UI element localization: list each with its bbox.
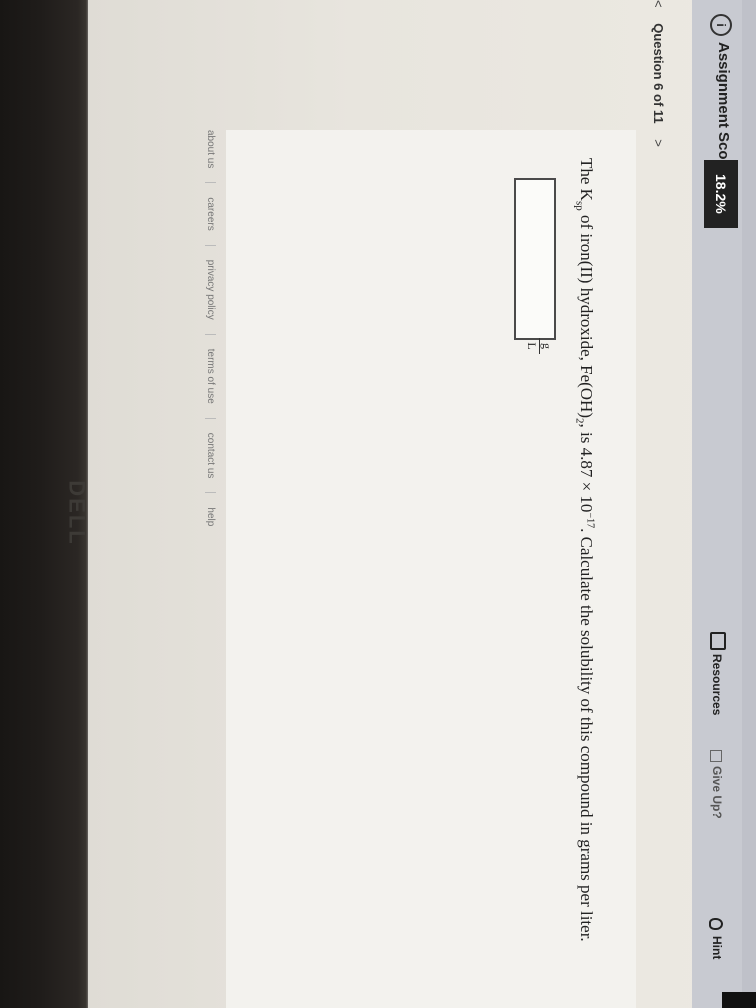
footer-link-help[interactable]: help — [205, 507, 216, 540]
previous-question-icon[interactable]: < — [651, 0, 666, 8]
score-badge: 18.2% — [704, 160, 738, 228]
edge-dark — [722, 992, 756, 1008]
resources-label: Resources — [710, 654, 724, 716]
footer-link-privacy[interactable]: privacy policy — [205, 259, 216, 335]
lightbulb-icon — [709, 918, 724, 930]
resources-button[interactable]: Resources — [700, 632, 746, 722]
monitor-logo: DELL — [64, 480, 90, 546]
question-compound: of iron(II) hydroxide, Fe(OH) — [577, 210, 596, 418]
give-up-label: Give Up? — [710, 766, 724, 819]
exponent: −17 — [584, 512, 596, 529]
score-label: Assignment Score: — [715, 42, 732, 179]
question-panel: The Ksp of iron(II) hydroxide, Fe(OH)2, … — [226, 130, 636, 1008]
footer-links: about us careers privacy policy terms of us… — [205, 130, 216, 554]
hint-button[interactable]: Hint — [709, 918, 724, 959]
question-suffix: . Calculate the solubility of this compo… — [577, 528, 596, 942]
question-value: , is 4.87 × 10 — [577, 423, 596, 513]
assignment-header: i Assignment Score: 18.2% Resources Give… — [692, 0, 756, 1008]
unit-label: g L — [525, 338, 554, 354]
give-up-button[interactable]: Give Up? — [710, 750, 724, 819]
resources-icon — [710, 632, 726, 650]
question-navigation: < Question 6 of 11 > — [651, 0, 666, 159]
footer-link-careers[interactable]: careers — [205, 197, 216, 246]
unit-denominator: L — [525, 342, 539, 350]
question-prefix: The K — [577, 158, 596, 201]
info-icon[interactable]: i — [710, 14, 732, 36]
question-text: The Ksp of iron(II) hydroxide, Fe(OH)2, … — [574, 158, 596, 988]
footer-link-about[interactable]: about us — [205, 130, 216, 184]
footer-link-terms[interactable]: terms of use — [205, 348, 216, 419]
answer-input[interactable] — [514, 178, 556, 340]
browser-screen: i Assignment Score: 18.2% Resources Give… — [88, 0, 756, 1008]
next-question-icon[interactable]: > — [651, 139, 666, 147]
unit-numerator: g — [539, 338, 554, 354]
give-up-icon — [710, 750, 723, 762]
ksp-subscript: sp — [573, 200, 586, 211]
footer-link-contact[interactable]: contact us — [205, 432, 216, 494]
hint-label: Hint — [710, 936, 724, 960]
photo-scene: P W X i Assignment Score: 18.2% Resource… — [0, 0, 756, 1008]
question-counter: Question 6 of 11 — [651, 23, 666, 124]
